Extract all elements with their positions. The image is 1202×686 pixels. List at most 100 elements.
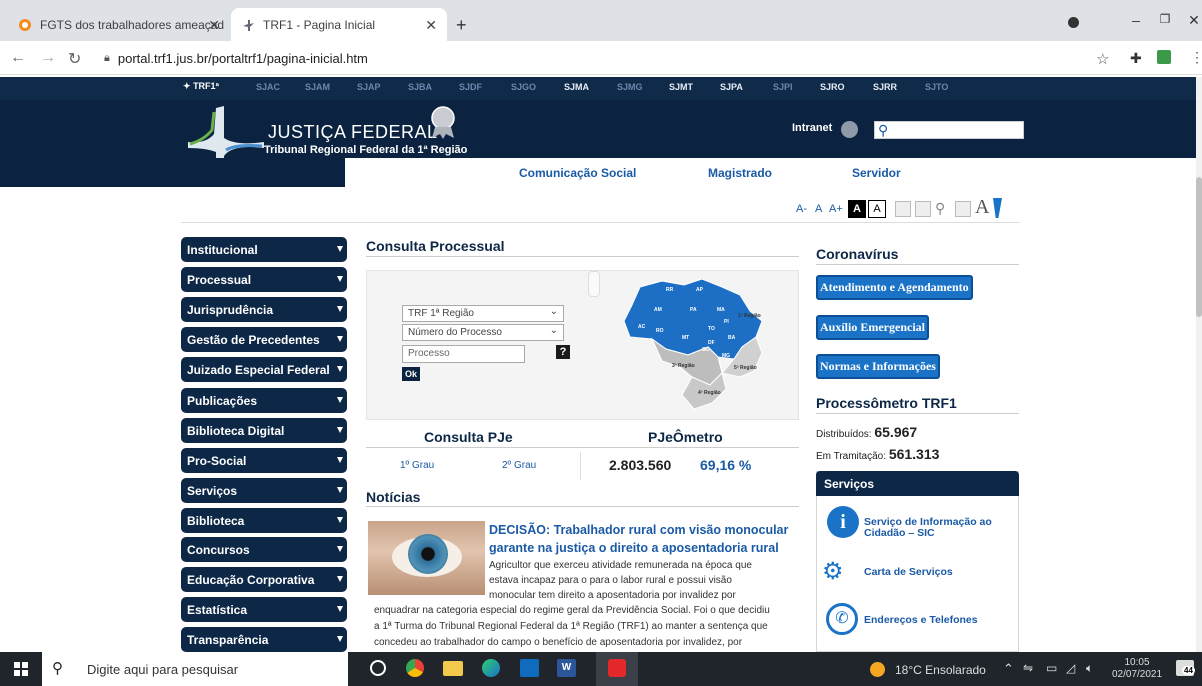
new-tab-icon[interactable]: +: [456, 15, 467, 36]
edge-icon[interactable]: [482, 659, 500, 677]
atendimento-agendamento-button[interactable]: Atendimento e Agendamento: [816, 275, 973, 300]
close-tab-icon[interactable]: ✕: [208, 17, 220, 34]
sidebar-item-institucional[interactable]: Institucional: [181, 237, 347, 262]
scrollbar-thumb[interactable]: [1196, 177, 1202, 317]
url-field[interactable]: 🔒︎ portal.trf1.jus.br/portaltrf1/pagina-…: [104, 45, 1064, 71]
normas-informacoes-button[interactable]: Normas e Informações: [816, 354, 940, 379]
pje-1-grau-link[interactable]: 1º Grau: [400, 460, 434, 471]
carta-servicos-icon[interactable]: ⚙: [822, 557, 860, 585]
intranet-link[interactable]: Intranet: [792, 122, 832, 134]
minimize-icon[interactable]: –: [1126, 12, 1146, 28]
nav-comunicacao-social[interactable]: Comunicação Social: [519, 166, 636, 180]
word-icon[interactable]: W: [557, 659, 576, 677]
sidebar-item-educacao-corporativa[interactable]: Educação Corporativa: [181, 567, 347, 592]
sj-link-sjto[interactable]: SJTO: [925, 82, 948, 92]
vlibras-icon[interactable]: [993, 198, 1002, 218]
phone-icon[interactable]: ✆: [826, 603, 858, 635]
extension-app-icon[interactable]: [1157, 50, 1171, 64]
intranet-lock-icon[interactable]: [841, 121, 858, 138]
extensions-icon[interactable]: ✚: [1130, 50, 1142, 67]
reload-icon[interactable]: ↻: [68, 49, 81, 69]
ok-button[interactable]: Ok: [402, 367, 420, 381]
page-scrollbar[interactable]: [1196, 77, 1202, 652]
notifications-icon[interactable]: 44: [1176, 660, 1195, 676]
processo-input[interactable]: Processo: [402, 345, 525, 363]
sj-link-sjac[interactable]: SJAC: [256, 82, 280, 92]
sj-link-sjba[interactable]: SJBA: [408, 82, 432, 92]
close-tab-icon[interactable]: ✕: [425, 17, 437, 34]
regiao-select[interactable]: TRF 1ª Região ⌄: [402, 305, 564, 322]
high-contrast-button[interactable]: A: [848, 200, 866, 218]
sidebar-item-estatistica[interactable]: Estatística: [181, 597, 347, 622]
browser-tab-fgts[interactable]: FGTS dos trabalhadores ameaçad ✕: [8, 8, 230, 41]
servico-sic-link[interactable]: Serviço de Informação ao Cidadão – SIC: [864, 517, 1014, 539]
font-decrease-button[interactable]: A-: [796, 203, 807, 215]
font-normal-button[interactable]: A: [815, 203, 822, 215]
windows-start-icon[interactable]: [14, 662, 28, 676]
acrobat-active-slot[interactable]: [596, 652, 638, 686]
sj-link-sjpi[interactable]: SJPI: [773, 82, 793, 92]
normal-contrast-button[interactable]: A: [868, 200, 886, 218]
sidebar-item-juizado-especial[interactable]: Juizado Especial Federal: [181, 357, 347, 382]
tray-battery-icon[interactable]: ▭: [1046, 661, 1057, 675]
nav-servidor[interactable]: Servidor: [852, 166, 901, 180]
text-align-icon[interactable]: [895, 201, 911, 217]
back-icon[interactable]: ←: [10, 49, 26, 67]
pje-2-grau-link[interactable]: 2º Grau: [502, 460, 536, 471]
sitemap-icon[interactable]: [955, 201, 971, 217]
outlook-icon[interactable]: [520, 659, 539, 677]
taskbar-search-box[interactable]: ⚲ Digite aqui para pesquisar: [42, 652, 348, 686]
help-button[interactable]: ?: [556, 345, 570, 359]
profile-icon[interactable]: [1068, 17, 1079, 28]
site-search-input[interactable]: ⚲: [874, 121, 1024, 139]
sidebar-item-transparencia[interactable]: Transparência: [181, 627, 347, 652]
list-icon[interactable]: [915, 201, 931, 217]
brazil-regions-map[interactable]: AM PA MA AC RO MT TO GO BA PI DF MG RR A…: [622, 277, 772, 412]
libras-a-icon[interactable]: A: [975, 196, 989, 219]
info-icon[interactable]: i: [827, 506, 859, 538]
font-increase-button[interactable]: A+: [829, 203, 843, 215]
enderecos-telefones-link[interactable]: Endereços e Telefones: [864, 614, 978, 626]
sidebar-item-jurisprudencia[interactable]: Jurisprudência: [181, 297, 347, 322]
weather-sun-icon[interactable]: [870, 662, 885, 677]
auxilio-emergencial-button[interactable]: Auxílio Emergencial: [816, 315, 929, 340]
sj-link-sjap[interactable]: SJAP: [357, 82, 381, 92]
sidebar-item-pro-social[interactable]: Pro-Social: [181, 448, 347, 473]
cortana-icon[interactable]: [370, 660, 386, 676]
zoom-icon[interactable]: ⚲: [935, 200, 945, 217]
file-explorer-icon[interactable]: [443, 661, 463, 676]
sj-link-sjma[interactable]: SJMA: [564, 82, 589, 92]
chrome-icon[interactable]: [406, 659, 424, 677]
sj-link-sjmg[interactable]: SJMG: [617, 82, 643, 92]
tray-wifi-icon[interactable]: ◿: [1066, 661, 1075, 675]
sj-link-sjmt[interactable]: SJMT: [669, 82, 693, 92]
menu-kebab-icon[interactable]: ⋮: [1190, 49, 1202, 66]
restore-icon[interactable]: ❐: [1155, 12, 1175, 26]
tray-volume-icon[interactable]: 🔈︎: [1086, 661, 1093, 676]
sj-link-sjgo[interactable]: SJGO: [511, 82, 536, 92]
browser-tab-trf1[interactable]: TRF1 - Pagina Inicial ✕: [231, 8, 447, 41]
sidebar-item-publicacoes[interactable]: Publicações: [181, 388, 347, 413]
sj-link-sjam[interactable]: SJAM: [305, 82, 330, 92]
tray-chevron-up-icon[interactable]: ⌃: [1003, 661, 1014, 677]
bookmark-star-icon[interactable]: ☆: [1096, 50, 1109, 68]
taskbar-clock[interactable]: 10:05 02/07/2021: [1112, 657, 1162, 681]
sidebar-item-biblioteca[interactable]: Biblioteca: [181, 508, 347, 533]
sj-link-sjpa[interactable]: SJPA: [720, 82, 743, 92]
sidebar-item-biblioteca-digital[interactable]: Biblioteca Digital: [181, 418, 347, 443]
forward-icon[interactable]: →: [40, 49, 56, 67]
carta-servicos-link[interactable]: Carta de Serviços: [864, 566, 953, 578]
sidebar-item-gestao-precedentes[interactable]: Gestão de Precedentes: [181, 327, 347, 352]
tray-network-icon[interactable]: ⇋: [1023, 661, 1033, 675]
close-window-icon[interactable]: ✕: [1184, 12, 1202, 29]
sj-link-sjdf[interactable]: SJDF: [459, 82, 482, 92]
nav-magistrado[interactable]: Magistrado: [708, 166, 772, 180]
news-thumbnail-eye[interactable]: [368, 521, 485, 595]
sidebar-item-concursos[interactable]: Concursos: [181, 537, 347, 562]
sj-link-sjro[interactable]: SJRO: [820, 82, 845, 92]
trf1-brand-link[interactable]: ✦ TRF1ª: [183, 81, 219, 92]
weather-text[interactable]: 18°C Ensolarado: [895, 663, 986, 677]
news-headline-link[interactable]: DECISÃO: Trabalhador rural com visão mon…: [489, 521, 794, 557]
sidebar-item-servicos[interactable]: Serviços: [181, 478, 347, 503]
tipo-busca-select[interactable]: Número do Processo ⌄: [402, 324, 564, 341]
